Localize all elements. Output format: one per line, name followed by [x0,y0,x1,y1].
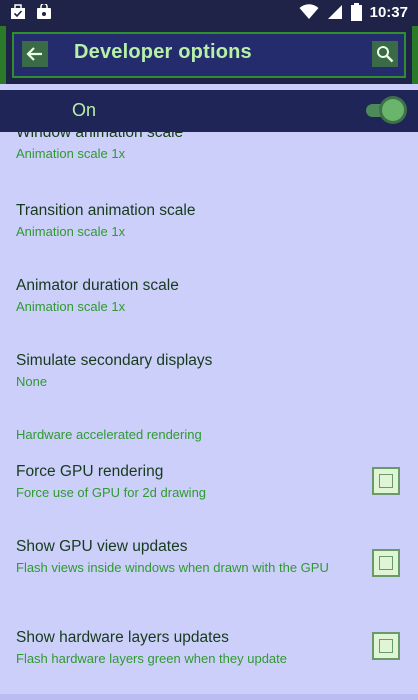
app-bar: Developer options [0,26,418,84]
list-item-show-gpu-view-updates[interactable]: Show GPU view updates Flash views inside… [16,538,346,576]
master-switch-label: On [72,100,97,120]
list-item-subtitle: None [16,374,48,389]
show-gpu-view-updates-checkbox[interactable] [372,549,400,577]
list-item-animator-duration-scale[interactable]: Animator duration scale Animation scale … [16,277,346,315]
section-header-hardware-rendering: Hardware accelerated rendering [16,427,202,442]
list-item-title: Show hardware layers updates [16,629,229,646]
list-item-subtitle: Flash hardware layers green when they up… [16,651,287,666]
settings-list: Window animation scale Animation scale 1… [0,132,418,700]
checkbox-box [379,474,393,488]
force-gpu-rendering-checkbox[interactable] [372,467,400,495]
shopping-bag-icon [37,4,51,19]
list-item-title: Window animation scale [16,132,184,141]
checkbox-box [379,556,393,570]
list-item-title: Animator duration scale [16,277,179,294]
list-item-subtitle: Flash views inside windows when drawn wi… [16,560,329,575]
list-item-title: Force GPU rendering [16,463,164,480]
wifi-icon [299,4,319,19]
list-item-show-hardware-layers-updates[interactable]: Show hardware layers updates Flash hardw… [16,629,346,667]
toggle-thumb [382,99,404,121]
list-item-transition-animation-scale[interactable]: Transition animation scale Animation sca… [16,202,346,240]
list-item-simulate-secondary-displays[interactable]: Simulate secondary displays None [16,352,346,390]
status-bar: 10:37 [0,0,418,26]
search-button[interactable] [372,41,398,67]
master-toggle[interactable] [366,99,404,121]
list-item-window-animation-scale[interactable]: Window animation scale Animation scale 1… [16,132,346,162]
signal-icon [327,5,342,19]
status-time: 10:37 [369,3,408,21]
list-item-title: Transition animation scale [16,202,196,219]
arrow-left-icon [26,47,42,61]
battery-icon [350,3,362,21]
page-title: Developer options [74,41,252,63]
app-bar-inner: Developer options [12,32,406,78]
list-item-title: Simulate secondary displays [16,352,213,369]
list-item-subtitle: Force use of GPU for 2d drawing [16,485,207,500]
list-item-subtitle: Animation scale 1x [16,224,126,239]
briefcase-check-icon [11,4,25,19]
list-item-subtitle: Animation scale 1x [16,146,126,161]
back-button[interactable] [22,41,48,67]
search-icon [377,46,394,63]
list-item-title: Show GPU view updates [16,538,188,555]
checkbox-box [379,639,393,653]
list-item-force-gpu-rendering[interactable]: Force GPU rendering Force use of GPU for… [16,463,346,501]
master-switch-bar[interactable]: On [0,90,418,132]
show-hardware-layers-updates-checkbox[interactable] [372,632,400,660]
bottom-divider [0,694,418,700]
list-item-subtitle: Animation scale 1x [16,299,126,314]
